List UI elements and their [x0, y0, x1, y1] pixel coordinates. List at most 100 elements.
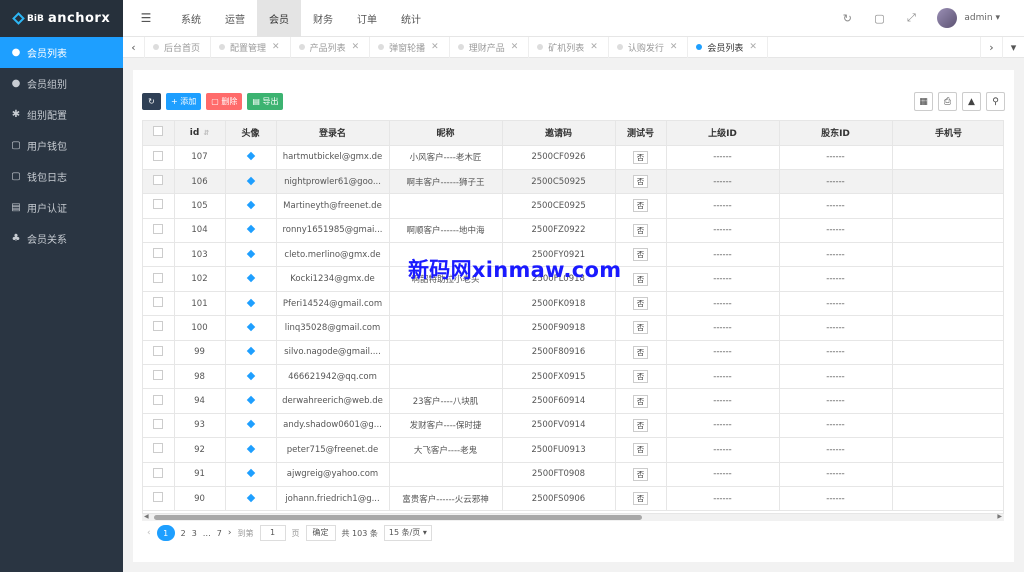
- scroll-right-icon[interactable]: ▶: [997, 513, 1002, 520]
- topnav-item-operation[interactable]: 运营: [213, 0, 257, 37]
- table-row[interactable]: 105 Martineyth@freenet.de 2500CE0925 否 -----…: [143, 193, 1003, 219]
- topnav-item-system[interactable]: 系统: [169, 0, 213, 37]
- horizontal-scrollbar[interactable]: ◀ ▶: [142, 513, 1004, 521]
- tab-config[interactable]: 配置管理 ✕: [211, 36, 291, 58]
- sidebar-item-member-relation[interactable]: ♣ 会员关系: [0, 223, 123, 254]
- export-icon[interactable]: ▲: [962, 92, 981, 111]
- row-checkbox[interactable]: [143, 364, 175, 390]
- checkbox[interactable]: [153, 418, 164, 429]
- table-row[interactable]: 94 derwahreerich@web.de 23客户----八块肌 2500F60…: [143, 388, 1003, 414]
- sidebar-item-user-wallet[interactable]: ▢ 用户钱包: [0, 130, 123, 161]
- close-icon[interactable]: ✕: [670, 42, 678, 52]
- checkbox[interactable]: [153, 248, 164, 259]
- checkbox[interactable]: [153, 175, 164, 186]
- search-icon[interactable]: ⚲: [986, 92, 1005, 111]
- checkbox[interactable]: [153, 345, 164, 356]
- checkbox[interactable]: [153, 467, 164, 478]
- tab-finance-products[interactable]: 理财产品 ✕: [450, 36, 530, 58]
- page-2[interactable]: 2: [181, 529, 186, 538]
- tab-member-list[interactable]: 会员列表 ✕: [688, 36, 768, 58]
- row-checkbox[interactable]: [143, 340, 175, 366]
- add-button[interactable]: + 添加: [166, 93, 202, 110]
- avatar[interactable]: [937, 8, 958, 28]
- sidebar-item-member-list[interactable]: ● 会员列表: [0, 37, 123, 68]
- row-checkbox[interactable]: [143, 315, 175, 341]
- columns-icon[interactable]: ▦: [914, 92, 933, 111]
- close-icon[interactable]: ✕: [272, 42, 280, 52]
- close-icon[interactable]: ✕: [749, 42, 757, 52]
- delete-button[interactable]: ▢ 删除: [206, 93, 243, 110]
- per-page-select[interactable]: 15 条/页 ▾: [383, 525, 432, 541]
- row-checkbox[interactable]: [143, 218, 175, 244]
- checkbox[interactable]: [153, 223, 164, 234]
- close-icon[interactable]: ✕: [431, 42, 439, 52]
- row-checkbox[interactable]: [143, 486, 175, 512]
- row-checkbox[interactable]: [143, 462, 175, 487]
- page-3[interactable]: 3: [192, 529, 197, 538]
- tab-subscription[interactable]: 认购发行 ✕: [609, 36, 689, 58]
- table-row[interactable]: 93 andy.shadow0601@g... 发财客户----保时捷 2500FV0…: [143, 413, 1003, 439]
- fullscreen-icon[interactable]: ⤢: [895, 11, 927, 25]
- sidebar-item-wallet-log[interactable]: ▢ 钱包日志: [0, 161, 123, 192]
- checkbox[interactable]: [153, 394, 164, 405]
- row-checkbox[interactable]: [143, 169, 175, 195]
- row-checkbox[interactable]: [143, 437, 175, 463]
- topnav-item-stats[interactable]: 统计: [389, 0, 433, 37]
- scrollbar-thumb[interactable]: [154, 515, 642, 520]
- goto-confirm-button[interactable]: 确定: [305, 525, 336, 541]
- checkbox[interactable]: [153, 443, 164, 454]
- page-7[interactable]: 7: [217, 529, 222, 538]
- tab-products[interactable]: 产品列表 ✕: [291, 36, 371, 58]
- tabs-menu-icon[interactable]: ▾: [1002, 36, 1024, 58]
- app-logo[interactable]: BiB anchorx: [0, 0, 123, 37]
- tab-popup-carousel[interactable]: 弹窗轮播 ✕: [370, 36, 450, 58]
- sidebar-item-member-group[interactable]: ● 会员组别: [0, 68, 123, 99]
- export-button[interactable]: ▤ 导出: [247, 93, 284, 110]
- checkbox[interactable]: [153, 199, 164, 210]
- checkbox[interactable]: [153, 150, 164, 161]
- sidebar-item-user-auth[interactable]: ▤ 用户认证: [0, 192, 123, 223]
- col-id[interactable]: id ⇵: [174, 121, 226, 146]
- refresh-icon[interactable]: ↻: [831, 12, 863, 25]
- user-menu[interactable]: admin ▾: [964, 13, 1000, 23]
- print-icon[interactable]: ⎙: [938, 92, 957, 111]
- topnav-item-finance[interactable]: 财务: [301, 0, 345, 37]
- row-checkbox[interactable]: [143, 266, 175, 292]
- table-row[interactable]: 98 466621942@qq.com 2500FX0915 否 ------ -----…: [143, 364, 1003, 390]
- topnav-item-member[interactable]: 会员: [257, 0, 301, 37]
- table-row[interactable]: 92 peter715@freenet.de 大飞客户----老鬼 2500FU091…: [143, 437, 1003, 463]
- prev-page-icon[interactable]: ‹: [147, 528, 151, 538]
- tabs-scroll-left-icon[interactable]: ‹: [123, 36, 145, 58]
- page-1[interactable]: 1: [156, 525, 175, 541]
- row-checkbox[interactable]: [143, 193, 175, 219]
- sort-icon[interactable]: ⇵: [203, 129, 209, 137]
- table-row[interactable]: 104 ronny1651985@gmai... 啊顺客户------地中海 2500…: [143, 218, 1003, 244]
- checkbox[interactable]: [153, 492, 164, 503]
- close-icon[interactable]: ✕: [590, 42, 598, 52]
- checkbox[interactable]: [153, 126, 164, 137]
- trash-icon[interactable]: ▢: [863, 12, 895, 25]
- topnav-item-order[interactable]: 订单: [345, 0, 389, 37]
- goto-page-input[interactable]: 1: [259, 525, 286, 541]
- refresh-button[interactable]: ↻: [142, 93, 161, 110]
- scroll-left-icon[interactable]: ◀: [144, 513, 149, 520]
- row-checkbox[interactable]: [143, 242, 175, 268]
- next-page-icon[interactable]: ›: [228, 528, 232, 538]
- close-icon[interactable]: ✕: [511, 42, 519, 52]
- tab-miners[interactable]: 矿机列表 ✕: [529, 36, 609, 58]
- checkbox[interactable]: [153, 321, 164, 332]
- row-checkbox[interactable]: [143, 145, 175, 170]
- tabs-scroll-right-icon[interactable]: ›: [980, 36, 1002, 58]
- table-row[interactable]: 100 linq35028@gmail.com 2500F90918 否 ------ -…: [143, 315, 1003, 341]
- table-row[interactable]: 90 johann.friedrich1@g... 富贵客户------火云邪神 25…: [143, 486, 1003, 512]
- sidebar-item-group-config[interactable]: ✱ 组别配置: [0, 99, 123, 130]
- table-row[interactable]: 107 hartmutbickel@gmx.de 小风客户----老木匠 2500CF…: [143, 145, 1003, 170]
- checkbox[interactable]: [153, 370, 164, 381]
- table-row[interactable]: 101 Pferi14524@gmail.com 2500FK0918 否 ------…: [143, 291, 1003, 317]
- checkbox[interactable]: [153, 297, 164, 308]
- checkbox[interactable]: [153, 272, 164, 283]
- row-checkbox[interactable]: [143, 413, 175, 439]
- table-row[interactable]: 106 nightprowler61@goo... 啊丰客户------狮子王 250…: [143, 169, 1003, 195]
- select-all-checkbox[interactable]: [143, 121, 175, 146]
- close-icon[interactable]: ✕: [352, 42, 360, 52]
